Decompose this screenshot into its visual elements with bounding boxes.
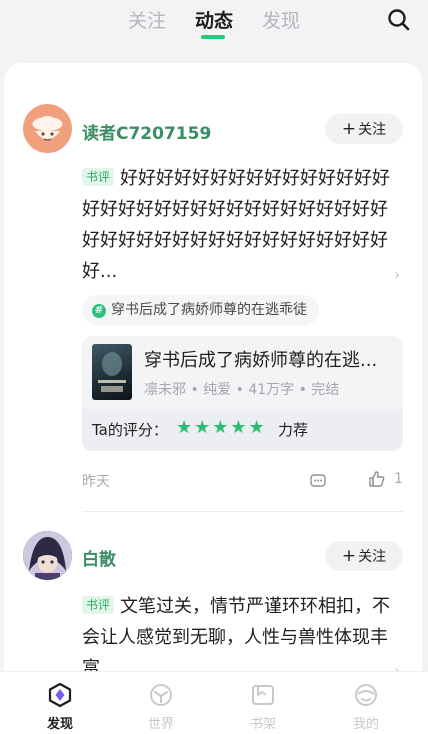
- book-title: 穿书后成了病娇师尊的在逃...: [144, 350, 378, 371]
- tab-feed[interactable]: 动态: [195, 6, 233, 33]
- star-rating: ★★★★★: [176, 417, 267, 438]
- avatar[interactable]: [23, 104, 72, 153]
- comment-icon[interactable]: [309, 472, 327, 490]
- follow-label: 关注: [358, 122, 387, 138]
- top-tab-bar: 关注 动态 发现: [0, 0, 428, 52]
- book-card[interactable]: 穿书后成了病娇师尊的在逃... 凛未邪 • 纯爱 • 41万字 • 完结 Ta的…: [82, 336, 403, 451]
- plus-icon: +: [341, 546, 357, 566]
- nav-world[interactable]: 世界: [131, 672, 191, 734]
- username[interactable]: 白散: [82, 545, 116, 570]
- follow-button[interactable]: + 关注: [325, 114, 403, 144]
- avatar[interactable]: [23, 531, 72, 580]
- hashtag-icon: #: [92, 304, 106, 318]
- nav-discover[interactable]: 发现: [30, 672, 90, 734]
- review-tag: 书评: [82, 168, 115, 186]
- world-icon: [150, 684, 172, 706]
- active-tab-indicator: [201, 35, 225, 39]
- follow-label: 关注: [358, 549, 387, 565]
- discover-icon: [48, 682, 72, 708]
- divider: [82, 511, 404, 512]
- nav-bookshelf[interactable]: 书架: [233, 672, 293, 734]
- reader-avatar-icon: [32, 116, 63, 141]
- feed-card: 读者C7207159 + 关注 书评 好好好好好好好好好好好好好好好好好好好好好好好…: [4, 63, 422, 734]
- search-icon[interactable]: [386, 7, 412, 33]
- nav-label: 发现: [46, 717, 73, 732]
- topic-label: 穿书后成了病娇师尊的在逃乖徒: [111, 302, 307, 318]
- follow-button[interactable]: + 关注: [325, 541, 403, 571]
- nav-profile[interactable]: 我的: [336, 672, 396, 734]
- rating-label: Ta的评分：: [92, 421, 168, 439]
- username[interactable]: 读者C7207159: [82, 119, 211, 144]
- book-cover: [92, 344, 132, 400]
- thumbs-up-icon[interactable]: [368, 470, 386, 488]
- review-text[interactable]: 书评 好好好好好好好好好好好好好好好好好好好好好好好好好好好好好好好好好好好好好好…: [82, 163, 402, 287]
- character-avatar-icon: [23, 531, 72, 580]
- like-count: 1: [394, 471, 403, 487]
- plus-icon: +: [341, 119, 357, 139]
- tab-discover[interactable]: 发现: [262, 6, 300, 33]
- nav-label: 我的: [352, 717, 379, 732]
- bottom-nav: 发现 世界 书架 我的: [0, 671, 428, 734]
- chevron-right-icon[interactable]: ›: [394, 265, 400, 284]
- topic-chip[interactable]: # 穿书后成了病娇师尊的在逃乖徒: [82, 295, 319, 325]
- review-body: 文笔过关，情节严谨环环相扣，不会让人感觉到无聊，人性与兽性体现丰富: [82, 596, 391, 679]
- review-body: 好好好好好好好好好好好好好好好好好好好好好好好好好好好好好好好好好好好好好好好好…: [82, 168, 391, 282]
- profile-icon: [355, 684, 377, 706]
- review-tag: 书评: [82, 596, 115, 614]
- rating-word: 力荐: [278, 421, 309, 439]
- nav-label: 书架: [249, 717, 276, 732]
- nav-label: 世界: [147, 717, 174, 732]
- rating-row: Ta的评分： ★★★★★ 力荐: [82, 409, 403, 451]
- post-time: 昨天: [82, 474, 110, 490]
- book-meta: 凛未邪 • 纯爱 • 41万字 • 完结: [144, 382, 340, 398]
- bookshelf-icon: [252, 685, 274, 705]
- tab-follow[interactable]: 关注: [128, 6, 166, 33]
